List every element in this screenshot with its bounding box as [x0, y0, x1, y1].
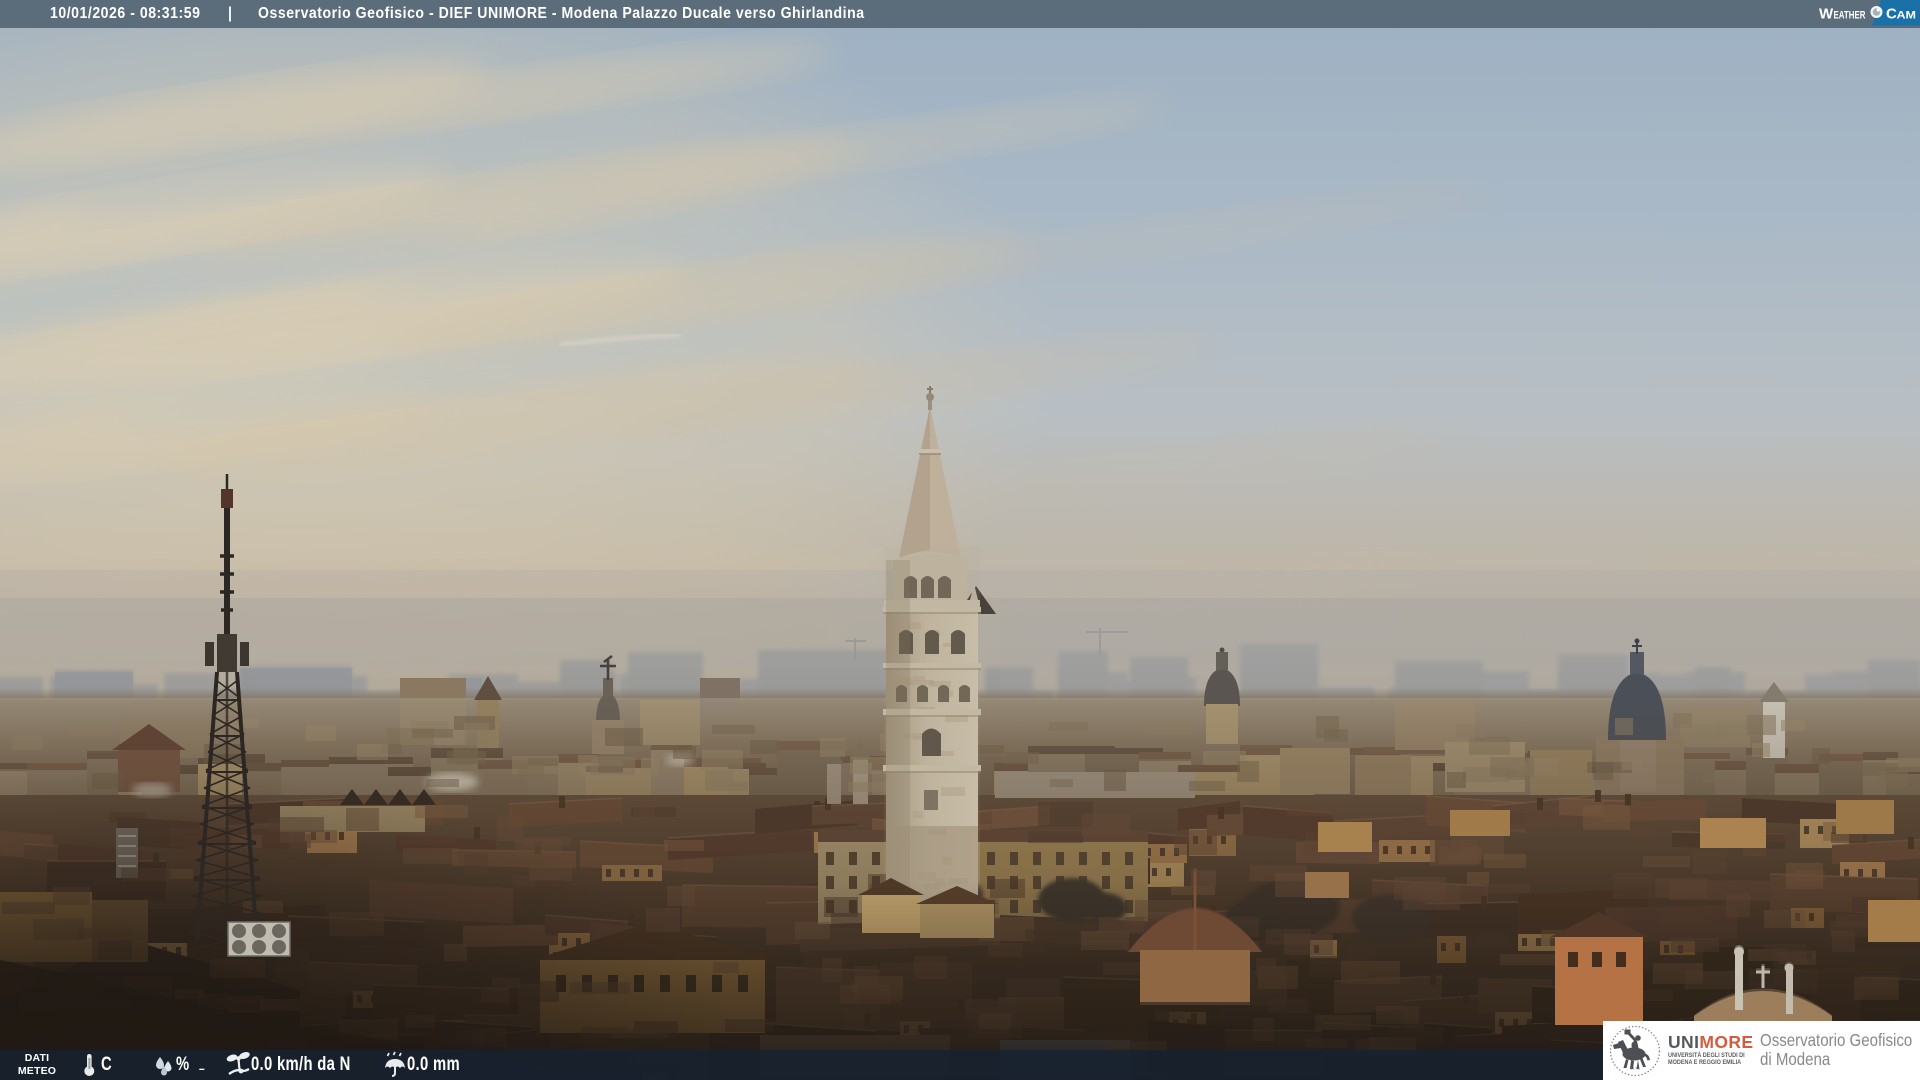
- svg-text:C: C: [1886, 6, 1897, 23]
- svg-text:W: W: [1819, 6, 1834, 23]
- svg-text:AM: AM: [1897, 10, 1917, 22]
- svg-text:EATHER: EATHER: [1834, 10, 1866, 22]
- svg-text:1175: 1175: [1631, 1066, 1641, 1071]
